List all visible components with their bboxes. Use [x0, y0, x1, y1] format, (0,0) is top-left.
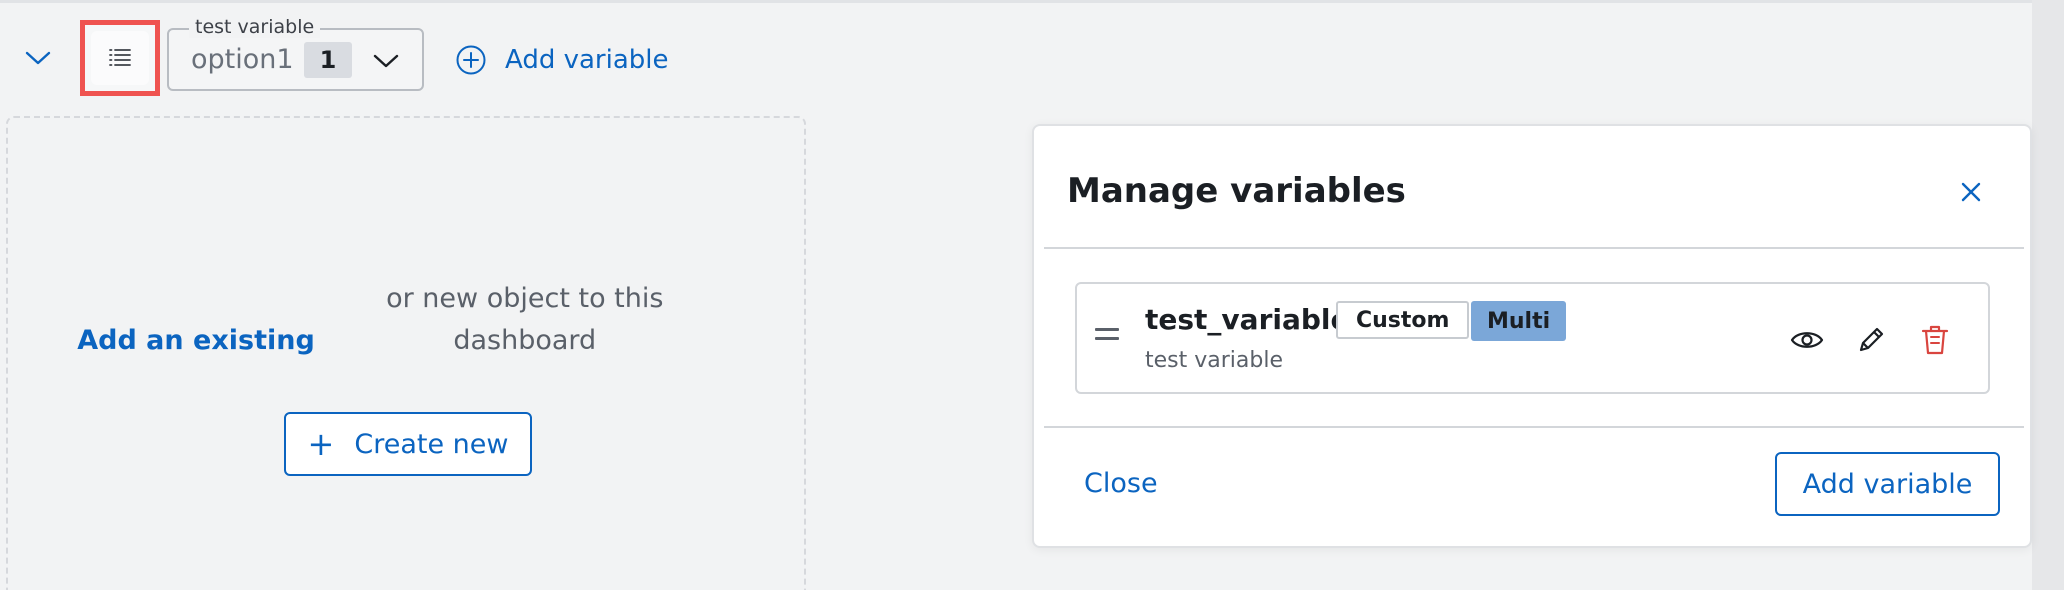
variable-row: test_variable Custom Multi test variable	[1075, 282, 1990, 394]
close-icon	[1961, 182, 1981, 202]
variable-dropdown-toggle[interactable]	[369, 46, 403, 76]
variable-count-badge: 1	[304, 42, 352, 78]
create-new-label: Create new	[354, 428, 509, 460]
plus-circle-icon	[456, 45, 486, 75]
pencil-icon	[1859, 327, 1884, 352]
manage-variables-modal: Manage variables test_variable Custom Mu…	[1032, 124, 2032, 548]
modal-footer-divider	[1044, 426, 2024, 428]
trash-icon	[1921, 325, 1949, 355]
chevron-down-icon	[25, 51, 51, 65]
empty-state-message: Add an existing or new object to this da…	[8, 278, 804, 362]
add-variable-link[interactable]: Add variable	[455, 40, 669, 80]
edit-variable-button[interactable]	[1853, 322, 1889, 358]
top-border	[0, 0, 2032, 3]
modal-close-button[interactable]	[1953, 174, 1989, 210]
create-new-button[interactable]: + Create new	[284, 412, 532, 476]
preview-variable-button[interactable]	[1789, 322, 1825, 358]
delete-variable-button[interactable]	[1917, 322, 1953, 358]
variable-label: test variable	[189, 16, 321, 38]
drag-handle-icon[interactable]	[1095, 328, 1121, 346]
manage-variables-button[interactable]	[80, 20, 160, 96]
modal-header-divider	[1044, 247, 2024, 249]
collapse-toggle-button[interactable]	[18, 42, 58, 74]
plus-icon: +	[307, 425, 335, 463]
variable-multi-badge: Multi	[1471, 301, 1567, 341]
modal-close-link[interactable]: Close	[1084, 466, 1158, 502]
empty-state-text: or new object to this dashboard	[386, 283, 664, 356]
empty-dashboard-panel: Add an existing or new object to this da…	[6, 116, 806, 590]
modal-add-variable-button[interactable]: Add variable	[1775, 452, 2000, 516]
variable-value: option1	[191, 44, 294, 75]
chevron-down-icon	[373, 54, 399, 68]
variable-selector[interactable]: test variable option1 1	[167, 16, 424, 91]
variable-name: test_variable	[1145, 303, 1350, 336]
eye-icon	[1790, 332, 1824, 348]
add-existing-link[interactable]: Add an existing	[77, 325, 315, 356]
variable-type-badge: Custom	[1336, 301, 1470, 339]
add-variable-label: Add variable	[505, 45, 669, 75]
page-scrollbar-track	[2032, 0, 2064, 590]
variable-description: test variable	[1145, 348, 1283, 373]
modal-title: Manage variables	[1067, 171, 1406, 211]
manage-variables-button-inner	[91, 31, 149, 85]
list-icon	[109, 49, 131, 66]
